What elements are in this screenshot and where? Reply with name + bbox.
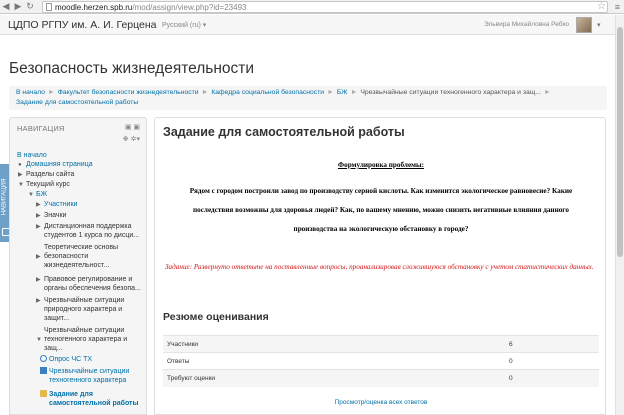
grading-summary-title: Резюме оценивания xyxy=(163,311,269,323)
nav-item-quiz[interactable]: Опрос ЧС ТХ xyxy=(40,355,92,364)
table-row: Требуют оценки 0 xyxy=(163,369,599,387)
nav-item-site-pages[interactable]: ▶ Разделы сайта xyxy=(18,170,74,180)
nav-item-assignment-active[interactable]: Задание для xyxy=(40,390,93,399)
browser-toolbar: ◀ ▶ ↻ moodle.herzen.spb.ru/mod/assign/vi… xyxy=(0,0,624,14)
expand-arrow-icon: ▶ xyxy=(36,254,41,260)
dock-tab-label: НАВИГАЦИЯ xyxy=(1,178,8,216)
avatar[interactable] xyxy=(576,17,592,33)
nav-item-section-5-cont2: защ... xyxy=(44,345,63,352)
breadcrumb-separator: ► xyxy=(47,89,55,96)
assignment-title: Задание для самостоятельной работы xyxy=(163,125,405,139)
nav-item-section-2-cont2: жизнедеятельност... xyxy=(44,262,110,269)
navigation-header: НАВИГАЦИЯ xyxy=(17,124,65,133)
breadcrumb-course[interactable]: БЖ xyxy=(337,89,348,96)
nav-item-course[interactable]: ▼ БЖ xyxy=(28,190,47,200)
nav-item-section-4-cont2: защит... xyxy=(44,315,70,322)
site-navbar: ЦДПО РГПУ им. А. И. Герцена Русский (ru)… xyxy=(0,15,624,35)
navigation-block: НАВИГАЦИЯ ▣ ▣ ✥ ✲▾ В начало ● Домашняя ст… xyxy=(9,117,147,415)
nav-item-section-5[interactable]: Чрезвычайные ситуации xyxy=(44,326,124,335)
nav-item-section-1-cont: студентов 1 курса по дисци... xyxy=(44,232,140,239)
breadcrumb-separator: ► xyxy=(201,89,209,96)
expand-arrow-icon: ▶ xyxy=(36,224,41,230)
nav-item-assignment-active-cont: самостоятельной работы xyxy=(49,400,139,407)
back-icon[interactable]: ◀ xyxy=(0,1,12,13)
breadcrumb-faculty[interactable]: Факультет безопасности жизнедеятельности xyxy=(58,89,199,96)
nav-item-dashboard[interactable]: ● Домашняя страница xyxy=(18,160,93,170)
expand-arrow-icon: ▶ xyxy=(36,298,41,304)
nav-item-section-2[interactable]: Теоретические основы xyxy=(44,243,118,252)
url-path: /mod/assign/view.php?id=23493 xyxy=(132,2,247,12)
browser-menu-icon[interactable]: ≡ xyxy=(615,2,620,12)
breadcrumb-home[interactable]: В начало xyxy=(16,89,45,96)
view-all-submissions-link[interactable]: Просмотр/оценка всех ответов xyxy=(155,399,607,406)
forward-icon[interactable]: ▶ xyxy=(12,1,24,13)
block-actions-icon[interactable]: ✥ ✲▾ xyxy=(123,135,140,143)
reload-icon[interactable]: ↻ xyxy=(24,1,36,13)
scrollbar-thumb[interactable] xyxy=(617,27,623,257)
expand-arrow-icon: ▶ xyxy=(18,172,23,178)
bookmark-star-icon[interactable]: ☆ xyxy=(597,1,606,12)
nav-item-resource-cont: техногенного характера xyxy=(49,377,127,384)
row-label: Требуют оценки xyxy=(163,369,509,387)
nav-item-section-3-cont: органы обеспечения безопа... xyxy=(44,285,141,292)
address-bar[interactable]: moodle.herzen.spb.ru/mod/assign/view.php… xyxy=(42,1,608,13)
nav-item-section-4-cont: природного характера и xyxy=(44,306,123,313)
row-value: 0 xyxy=(509,352,599,370)
nav-item-current-course[interactable]: ▼ Текущий курс xyxy=(18,180,70,190)
collapse-arrow-icon: ▼ xyxy=(36,337,42,343)
row-value: 0 xyxy=(509,369,599,387)
table-row: Участники 6 xyxy=(163,335,599,353)
breadcrumb-department[interactable]: Кафедра социальной безопасности xyxy=(211,89,324,96)
nav-item-resource[interactable]: Чрезвычайные ситуации xyxy=(40,367,129,376)
block-dock-icon[interactable]: ▣ ▣ xyxy=(125,123,140,131)
assignment-icon xyxy=(40,390,47,397)
expand-arrow-icon: ▶ xyxy=(36,213,41,219)
user-menu-caret-icon[interactable]: ▾ xyxy=(597,21,601,29)
user-name[interactable]: Эльвира Михайловна Ребко xyxy=(484,21,569,28)
page-icon xyxy=(46,3,52,11)
row-value: 6 xyxy=(509,335,599,353)
expand-arrow-icon: ▶ xyxy=(36,202,41,208)
table-row: Ответы 0 xyxy=(163,352,599,370)
row-label: Участники xyxy=(163,335,509,353)
grading-summary-table: Участники 6 Ответы 0 Требуют оценки 0 xyxy=(163,335,599,387)
problem-heading: Формулировка проблемы: xyxy=(337,161,425,169)
breadcrumb: В начало ► Факультет безопасности жизнедея… xyxy=(9,86,607,110)
collapse-arrow-icon: ▼ xyxy=(28,192,34,198)
breadcrumb-section[interactable]: Чрезвычайные ситуации техногенного харак… xyxy=(360,89,541,96)
site-brand[interactable]: ЦДПО РГПУ им. А. И. Герцена xyxy=(8,19,157,31)
nav-item-participants[interactable]: ▶ Участники xyxy=(36,200,77,210)
bullet-icon: ● xyxy=(18,162,22,168)
page-scrollbar[interactable] xyxy=(615,15,624,415)
breadcrumb-separator: ► xyxy=(543,89,551,96)
page-resource-icon xyxy=(40,367,47,374)
collapse-arrow-icon: ▼ xyxy=(18,182,24,188)
breadcrumb-separator: ► xyxy=(350,89,358,96)
quiz-icon xyxy=(40,355,47,362)
nav-item-badges[interactable]: ▶ Значки xyxy=(36,211,66,221)
language-menu[interactable]: Русский (ru) ▾ xyxy=(162,21,206,29)
breadcrumb-current[interactable]: Задание для самостоятельной работы xyxy=(16,99,138,106)
row-label: Ответы xyxy=(163,352,509,370)
url-host: moodle.herzen.spb.ru xyxy=(55,2,133,12)
problem-text: Рядом с городом построили завод по произ… xyxy=(189,187,573,233)
nav-item-home[interactable]: В начало xyxy=(17,151,47,160)
course-title: Безопасность жизнедеятельности xyxy=(9,60,255,77)
task-text: Задание: Развернуто ответьте на поставле… xyxy=(165,263,594,271)
expand-arrow-icon: ▶ xyxy=(36,277,41,283)
breadcrumb-separator: ► xyxy=(327,89,334,96)
main-content: Задание для самостоятельной работы Форму… xyxy=(154,117,606,415)
